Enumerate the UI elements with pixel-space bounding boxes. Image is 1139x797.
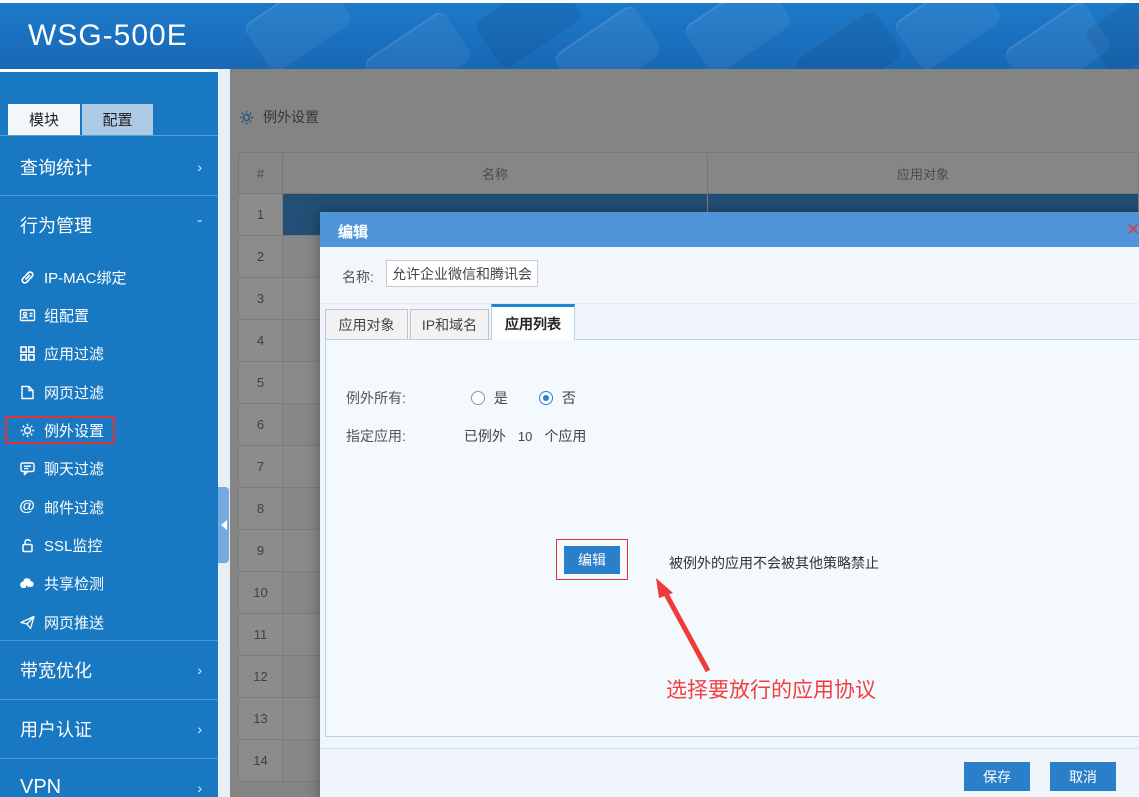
sidebar-item-label: 网页推送	[44, 612, 104, 633]
specified-app-label: 指定应用:	[346, 426, 406, 446]
sidebar-item-share-detection[interactable]: 共享检测	[0, 564, 218, 602]
edit-dialog-title: 编辑	[338, 221, 368, 242]
chevron-down-icon: ˇ	[197, 217, 202, 233]
at-icon: @	[18, 498, 36, 516]
sidebar-item-label: 应用过滤	[44, 343, 104, 364]
tab-ip-and-domain[interactable]: IP和域名	[410, 309, 489, 340]
sidebar-item-label: IP-MAC绑定	[44, 267, 127, 288]
tab-application-target[interactable]: 应用对象	[325, 309, 408, 340]
sidebar-item-label: SSL监控	[44, 535, 102, 556]
edit-apps-button[interactable]: 编辑	[564, 546, 620, 574]
tab-label: 应用对象	[339, 315, 395, 335]
sidebar-item-mail-filter[interactable]: @ 邮件过滤	[0, 488, 218, 526]
section-label: VPN	[20, 776, 61, 797]
link-icon	[18, 268, 36, 286]
section-label: 带宽优化	[20, 657, 92, 683]
radio-yes-label[interactable]: 是	[494, 388, 508, 408]
top-banner: WSG-500E	[0, 3, 1139, 69]
app-title: WSG-500E	[28, 19, 188, 53]
edit-dialog-header: 编辑 ✕	[320, 212, 1139, 247]
share-icon	[18, 574, 36, 592]
sidebar-tab-config[interactable]: 配置	[82, 104, 153, 135]
sidebar-item-label: 邮件过滤	[44, 497, 104, 518]
excepted-count-prefix: 已例外	[464, 426, 506, 446]
wsg-500e-window: WSG-500E 模块 配置 查询统计 › 行为管理 ˇ	[0, 0, 1139, 797]
sidebar-item-ip-mac-binding[interactable]: IP-MAC绑定	[0, 258, 218, 296]
collapse-arrow-icon	[221, 520, 227, 530]
tab-label: 应用列表	[505, 314, 561, 334]
excepted-count-suffix: 个应用	[544, 426, 586, 446]
webpage-icon	[18, 383, 36, 401]
sidebar-section-behavior-mgmt[interactable]: 行为管理 ˇ	[0, 196, 218, 253]
sidebar-item-web-push[interactable]: 网页推送	[0, 603, 218, 641]
group-icon	[18, 306, 36, 324]
application-list-panel: 例外所有: 是 否 指定应用: 已例外 10 个应用 编辑 被例外的应用不会被其…	[325, 339, 1139, 737]
save-button[interactable]: 保存	[964, 762, 1030, 791]
sidebar-item-chat-filter[interactable]: 聊天过滤	[0, 449, 218, 487]
chevron-right-icon: ›	[197, 159, 202, 175]
gear-icon	[18, 421, 36, 439]
radio-no[interactable]	[539, 391, 553, 405]
sidebar-tab-modules[interactable]: 模块	[8, 104, 80, 135]
cancel-button[interactable]: 取消	[1050, 762, 1116, 791]
footer-divider	[320, 748, 1139, 749]
tab-application-list[interactable]: 应用列表	[491, 304, 575, 340]
apps-icon	[18, 344, 36, 362]
specified-app-row: 指定应用: 已例外 10 个应用	[346, 426, 586, 446]
chevron-right-icon: ›	[197, 721, 202, 737]
sidebar-item-web-filter[interactable]: 网页过滤	[0, 373, 218, 411]
section-label: 用户认证	[20, 716, 92, 742]
edit-dialog: 编辑 ✕ 名称: 应用对象 IP和域名 应用列表 例外所有: 是 否	[320, 212, 1139, 797]
name-input[interactable]	[386, 260, 538, 287]
annotation-text: 选择要放行的应用协议	[666, 674, 876, 704]
sidebar-item-app-filter[interactable]: 应用过滤	[0, 334, 218, 372]
sidebar-item-label: 共享检测	[44, 573, 104, 594]
radio-no-label[interactable]: 否	[562, 388, 576, 408]
sidebar-section-vpn[interactable]: VPN ›	[0, 759, 218, 797]
lock-icon	[18, 536, 36, 554]
sidebar-tabs-underline	[0, 135, 218, 136]
sidebar-section-user-auth[interactable]: 用户认证 ›	[0, 700, 218, 757]
chevron-right-icon: ›	[197, 780, 202, 796]
sidebar-section-bandwidth[interactable]: 带宽优化 ›	[0, 641, 218, 698]
chat-icon	[18, 459, 36, 477]
sidebar-section-query-stats[interactable]: 查询统计 ›	[0, 138, 218, 195]
sidebar-item-ssl-monitor[interactable]: SSL监控	[0, 526, 218, 564]
chevron-right-icon: ›	[197, 662, 202, 678]
annotation-arrow-icon	[626, 575, 746, 680]
tab-label: IP和域名	[422, 315, 477, 335]
sidebar-item-exception-settings[interactable]: 例外设置	[0, 411, 218, 449]
sidebar-item-label: 组配置	[44, 305, 89, 326]
exception-note: 被例外的应用不会被其他策略禁止	[669, 553, 879, 573]
name-field-row: 名称:	[320, 247, 1139, 304]
sidebar-gap	[218, 69, 230, 797]
sidebar-tab-modules-label: 模块	[29, 109, 59, 130]
sidebar-item-label: 网页过滤	[44, 382, 104, 403]
name-field-label: 名称:	[342, 267, 374, 287]
sidebar-collapse-handle[interactable]	[218, 487, 229, 563]
sidebar-item-label: 例外设置	[44, 420, 104, 441]
sidebar-item-label: 聊天过滤	[44, 458, 104, 479]
send-icon	[18, 613, 36, 631]
close-icon[interactable]: ✕	[1126, 220, 1139, 240]
except-all-label: 例外所有:	[346, 388, 406, 408]
sidebar: 模块 配置 查询统计 › 行为管理 ˇ IP-MAC绑定	[0, 72, 218, 797]
except-all-row: 例外所有: 是 否	[346, 388, 576, 408]
section-label: 行为管理	[20, 212, 92, 238]
sidebar-tab-config-label: 配置	[102, 109, 132, 130]
sidebar-item-group-config[interactable]: 组配置	[0, 296, 218, 334]
radio-yes[interactable]	[471, 391, 485, 405]
section-label: 查询统计	[20, 154, 92, 180]
excepted-count-value: 10	[518, 429, 532, 444]
